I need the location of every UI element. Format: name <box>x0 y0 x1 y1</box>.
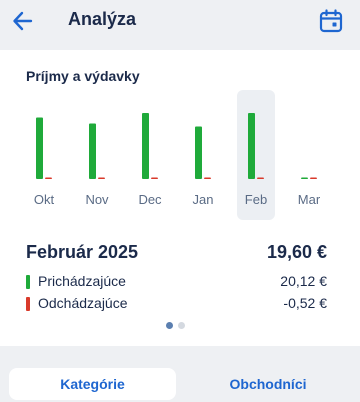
page-dot-2[interactable] <box>178 322 185 329</box>
expense-bar[interactable] <box>98 177 105 180</box>
incoming-row: Prichádzajúce 20,12 € <box>26 273 327 291</box>
page-title: Analýza <box>68 9 137 29</box>
incoming-value: 20,12 € <box>280 273 327 289</box>
chart-title: Príjmy a výdavky <box>26 68 140 84</box>
net-total: 19,60 € <box>266 242 327 262</box>
month-tick-label[interactable]: Dec <box>138 192 162 207</box>
app-bar: Analýza <box>0 0 360 42</box>
outgoing-marker <box>26 297 30 311</box>
incoming-marker <box>26 275 30 289</box>
outgoing-value: -0,52 € <box>283 295 327 311</box>
month-tick-label[interactable]: Okt <box>34 192 55 207</box>
expense-bar[interactable] <box>310 177 317 180</box>
tab-categories[interactable]: Kategórie <box>9 368 176 400</box>
month-tick-label[interactable]: Feb <box>245 192 267 207</box>
income-bar[interactable] <box>142 113 149 179</box>
page-dot-1[interactable] <box>166 322 173 329</box>
selected-month: Február 2025 <box>26 242 139 262</box>
income-bar[interactable] <box>301 177 308 180</box>
tab-merchants[interactable]: Obchodníci <box>185 368 351 400</box>
back-button[interactable] <box>10 8 36 34</box>
calendar-icon <box>319 9 343 33</box>
expense-bar[interactable] <box>151 177 158 180</box>
expense-bar[interactable] <box>257 177 264 179</box>
tab-bar: Kategórie Obchodníci <box>0 362 360 402</box>
income-bar[interactable] <box>248 113 255 179</box>
income-expense-chart: Okt Nov Dec Jan Feb Mar <box>34 90 321 220</box>
month-tick-label[interactable]: Jan <box>193 192 214 207</box>
income-bar[interactable] <box>36 117 43 180</box>
page-indicator[interactable] <box>166 322 190 330</box>
outgoing-label: Odchádzajúce <box>38 295 128 311</box>
expense-bar[interactable] <box>45 177 52 180</box>
calendar-button[interactable] <box>318 8 344 34</box>
month-tick-label[interactable]: Nov <box>85 192 109 207</box>
expense-bar[interactable] <box>204 177 211 180</box>
month-tick-label[interactable]: Mar <box>298 192 321 207</box>
income-bar[interactable] <box>89 123 96 180</box>
income-bar[interactable] <box>195 126 202 180</box>
outgoing-row: Odchádzajúce -0,52 € <box>26 295 327 313</box>
arrow-left-icon <box>13 11 33 31</box>
income-expense-card: Príjmy a výdavky Okt Nov Dec Jan Feb Mar Febr… <box>0 50 360 346</box>
incoming-label: Prichádzajúce <box>38 273 126 289</box>
